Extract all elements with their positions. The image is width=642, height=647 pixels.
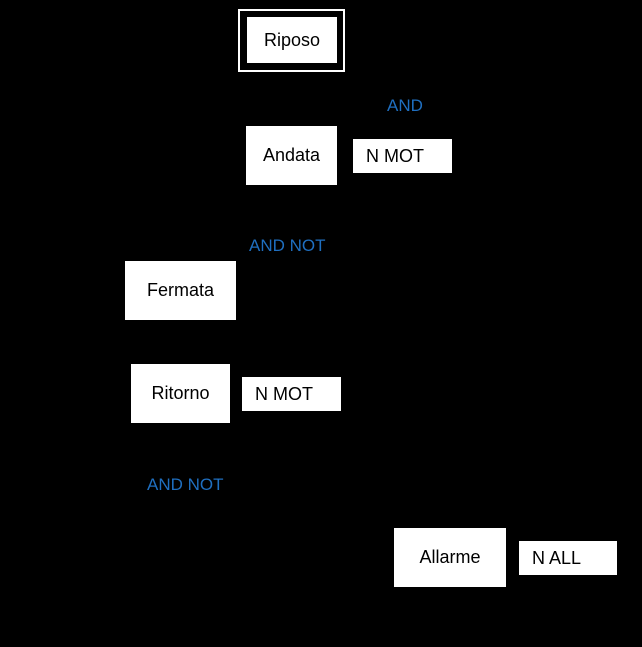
- step-ritorno: Ritorno: [131, 364, 230, 423]
- transition-condition: AND NOT: [147, 475, 224, 494]
- transition-condition: AND: [387, 96, 423, 115]
- step-riposo: Riposo: [247, 17, 337, 63]
- action-andata: N MOT: [353, 139, 452, 173]
- action-allarme: N ALL: [519, 541, 617, 575]
- step-andata: Andata: [246, 126, 337, 185]
- step-fermata: Fermata: [125, 261, 236, 320]
- transition-condition: AND NOT: [249, 236, 326, 255]
- action-ritorno: N MOT: [242, 377, 341, 411]
- step-allarme: Allarme: [394, 528, 506, 587]
